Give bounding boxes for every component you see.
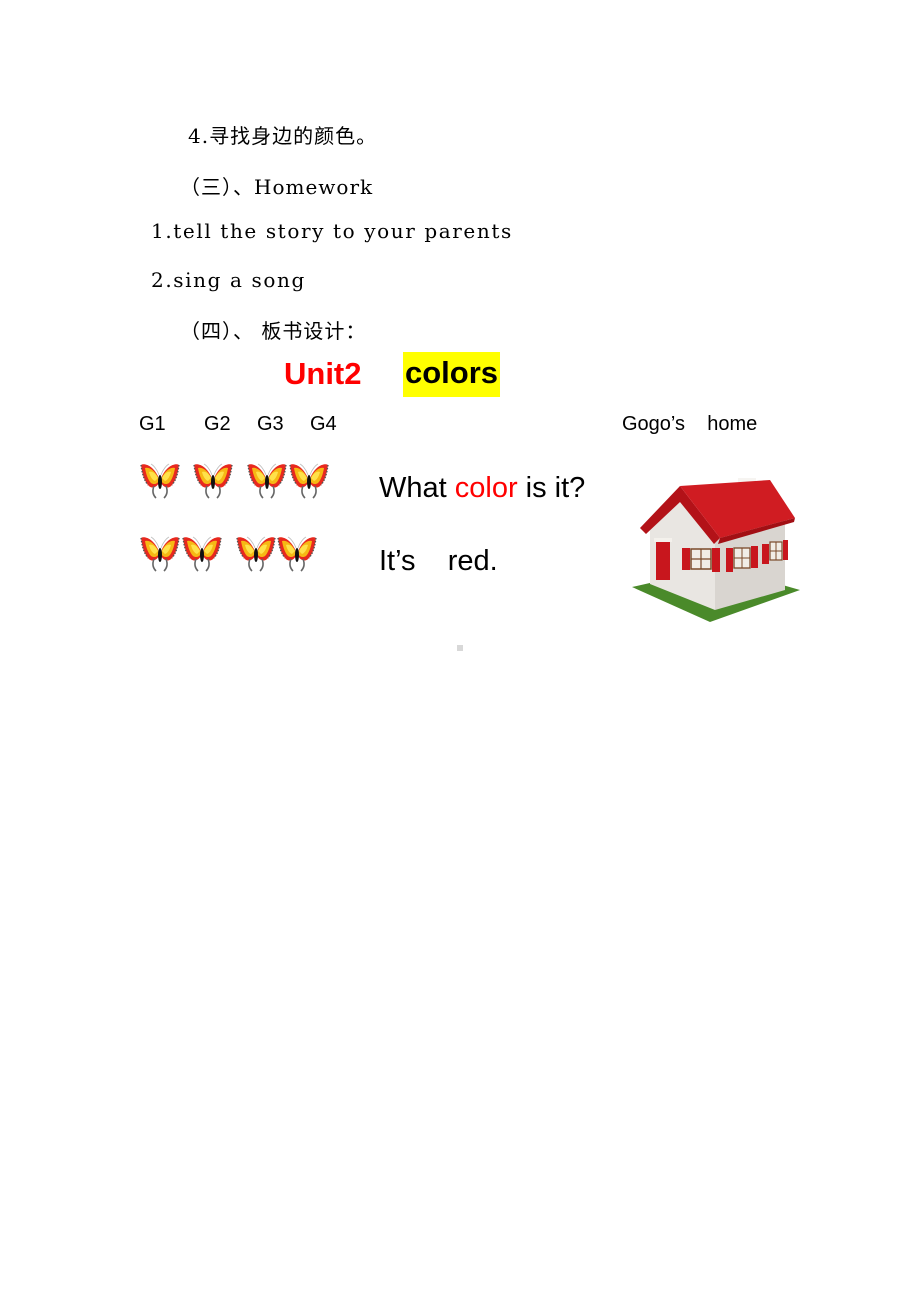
topic-title-highlighted: colors <box>403 352 501 397</box>
question-part-before: What <box>379 472 455 504</box>
shutter <box>762 544 769 564</box>
butterfly-icon <box>192 459 234 501</box>
question-part-after: is it? <box>517 472 586 504</box>
group-label-g4: G4 <box>310 413 337 435</box>
butterfly-icon <box>288 459 330 501</box>
butterfly-icon <box>139 532 181 574</box>
shutter <box>751 546 758 568</box>
door <box>656 542 670 580</box>
shutter <box>783 540 788 560</box>
door-frame <box>654 538 672 542</box>
shutter <box>682 548 690 570</box>
butterfly-icon <box>181 532 223 574</box>
homework-item-1: 1.tell the story to your parents <box>151 219 513 243</box>
group-label-g1: G1 <box>139 413 166 435</box>
house-caption: Gogo’s home <box>622 413 758 435</box>
shutter <box>712 548 720 572</box>
section-heading-homework: （三）、Homework <box>180 175 374 199</box>
page-marker <box>457 645 463 651</box>
house-illustration <box>632 478 800 622</box>
group-label-g2: G2 <box>204 413 231 435</box>
unit-title: Unit2 <box>284 356 362 391</box>
shutter <box>726 548 733 572</box>
butterfly-icon <box>235 532 277 574</box>
homework-item-2: 2.sing a song <box>151 268 306 292</box>
butterfly-icon <box>139 459 181 501</box>
group-label-g3: G3 <box>257 413 284 435</box>
butterfly-icon <box>246 459 288 501</box>
butterfly-icon <box>276 532 318 574</box>
question-highlight-word: color <box>454 472 518 504</box>
question-sentence: What color is it? <box>379 472 585 505</box>
section-heading-board-design: （四）、 板书设计： <box>180 319 367 343</box>
answer-sentence: It’s red. <box>379 545 498 577</box>
instruction-line-find-colors: 4.寻找身边的颜色。 <box>188 124 378 148</box>
